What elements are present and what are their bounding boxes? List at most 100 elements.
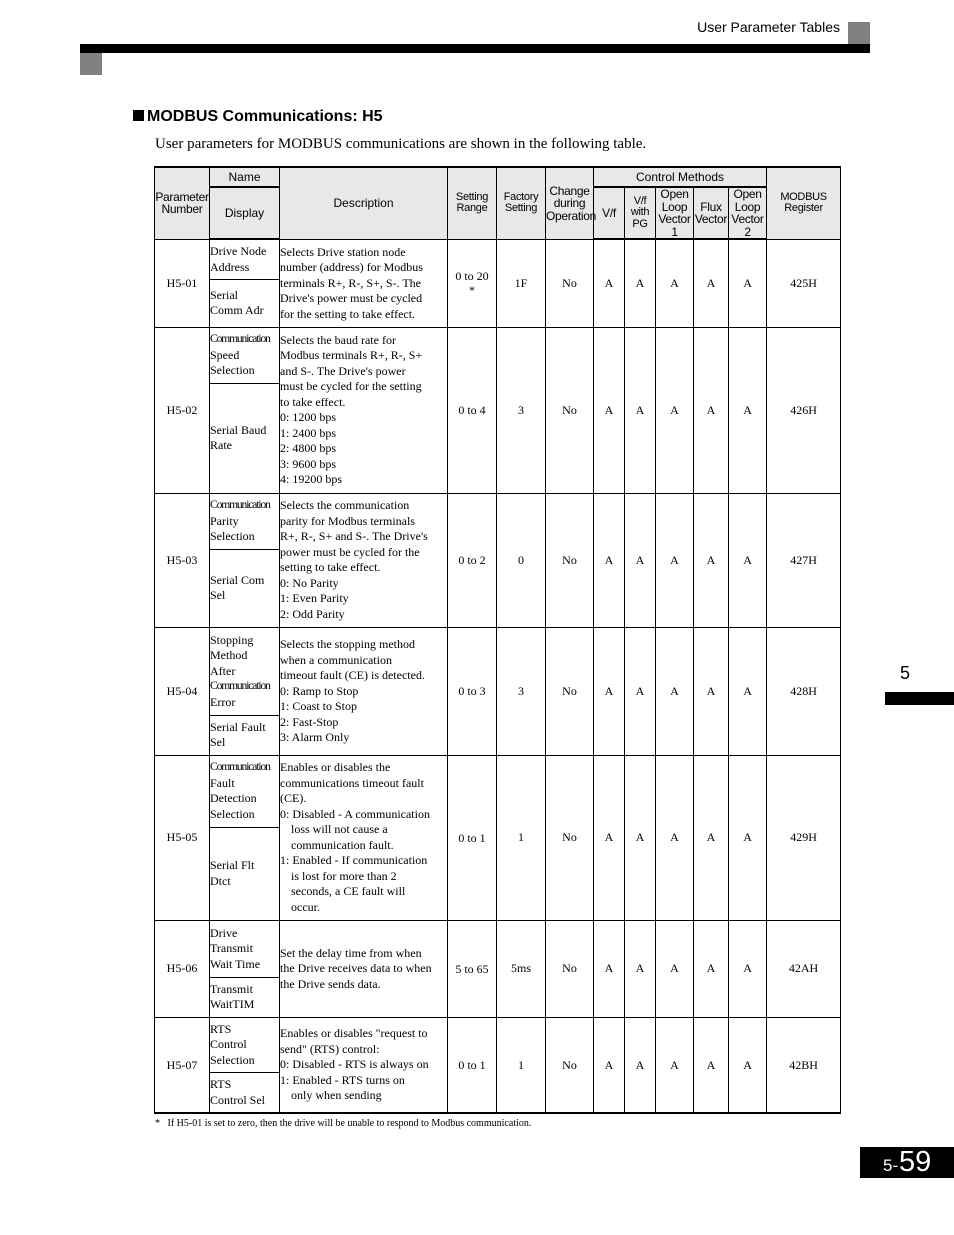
parameter-description-line: 0: No Parity xyxy=(280,575,339,590)
header-display: Display xyxy=(209,186,280,241)
header-name: Name xyxy=(209,166,280,188)
parameter-description-line: setting to take effect. xyxy=(280,560,381,575)
method-olv2: A xyxy=(727,492,768,628)
parameter-description-line: timeout fault (CE) is detected. xyxy=(280,668,425,683)
parameter-name-line: Error xyxy=(210,694,236,709)
parameter-description: Selects the communication parity for Modb… xyxy=(279,492,448,628)
parameter-description-line: send" (RTS) control: xyxy=(280,1041,380,1056)
parameter-name-line: Drive Node xyxy=(210,244,267,259)
parameter-number: H5-01 xyxy=(154,238,210,328)
modbus-register: 425H xyxy=(766,238,842,328)
parameter-description: Selects Drive station node number (addres… xyxy=(279,238,448,328)
page-number: 59 xyxy=(899,1146,932,1178)
table-row: H5-07 RTS Control Selection Enables or disab… xyxy=(154,1016,842,1114)
header-marker-left xyxy=(80,53,102,75)
parameter-description: Set the delay time from when the Drive re… xyxy=(279,919,448,1018)
black-square-bullet-icon xyxy=(133,110,144,121)
parameter-description-line: must be cycled for the setting xyxy=(280,379,422,394)
factory-setting: 5ms xyxy=(496,919,546,1018)
setting-range: 0 to 1 xyxy=(447,1016,497,1114)
method-olv2: A xyxy=(727,919,768,1018)
parameter-description-line: 0: 1200 bps xyxy=(280,410,337,425)
parameter-number: H5-04 xyxy=(154,626,210,756)
method-olv1: A xyxy=(655,919,694,1018)
table-row: H5-04 Stopping Method After Communication Err… xyxy=(154,626,842,756)
parameter-description-line: 2: Fast-Stop xyxy=(280,714,339,729)
parameter-number: H5-02 xyxy=(154,326,210,494)
section-title-text: MODBUS Communications: H5 xyxy=(147,108,383,125)
parameter-display-line: Serial Com xyxy=(210,572,265,587)
parameter-name: Drive Node Address xyxy=(209,238,280,280)
parameter-display-line: Transmit xyxy=(210,981,253,996)
parameter-display: Serial Com Sel xyxy=(209,548,280,628)
parameter-description-line: occur. xyxy=(291,899,320,914)
parameter-description-line: R+, R-, S+ and S-. The Drive's xyxy=(280,529,428,544)
table-row: H5-02 Communication Speed Selection Selects … xyxy=(154,326,842,494)
parameter-name-line: Wait Time xyxy=(210,956,261,971)
method-flux-vector: A xyxy=(693,919,729,1018)
modbus-register: 42BH xyxy=(766,1016,842,1114)
modbus-register: 426H xyxy=(766,326,842,494)
parameter-name: Communication Fault Detection Selection xyxy=(209,754,280,828)
method-vf: A xyxy=(593,626,625,756)
parameter-name-line: After xyxy=(210,663,236,678)
header-factory-setting: Factory Setting xyxy=(496,166,546,240)
parameter-description-line: when a communication xyxy=(280,652,392,667)
parameter-name-line: Communication xyxy=(210,499,271,512)
parameter-display: Transmit WaitTIM xyxy=(209,976,280,1018)
parameter-name-line: Selection xyxy=(210,529,255,544)
factory-setting: 1F xyxy=(496,238,546,328)
header-control-methods: Control Methods xyxy=(592,166,768,188)
method-vf-pg: A xyxy=(624,919,656,1018)
parameter-name-line: RTS xyxy=(210,1021,232,1036)
modbus-register: 427H xyxy=(766,492,842,628)
parameter-name-line: Communication xyxy=(210,680,271,693)
parameter-description-line: 0: Ramp to Stop xyxy=(280,683,359,698)
setting-range-line: 0 to 1 xyxy=(458,830,486,845)
parameter-description-line: terminals R+, R-, S+, S-. The xyxy=(280,275,421,290)
parameter-description-line: 2: 4800 bps xyxy=(280,441,337,456)
parameter-display-line: Comm Adr xyxy=(210,303,264,318)
parameter-description-line: 0: Disabled - A communication xyxy=(280,806,430,821)
parameter-name-line: Selection xyxy=(210,363,255,378)
parameter-display-line: Sel xyxy=(210,735,226,750)
table-row: H5-06 Drive Transmit Wait Time Set the delay… xyxy=(154,919,842,1018)
header-section-label: User Parameter Tables xyxy=(697,19,840,35)
parameter-display: Serial Baud Rate xyxy=(209,382,280,494)
method-olv1: A xyxy=(655,326,694,494)
parameter-description-line: Modbus terminals R+, R-, S+ xyxy=(280,348,423,363)
parameter-description-line: to take effect. xyxy=(280,394,346,409)
parameter-description-line: the Drive sends data. xyxy=(280,976,381,991)
parameter-description-line: Enables or disables the xyxy=(280,760,391,775)
parameter-display-line: Control Sel xyxy=(210,1092,266,1107)
method-vf: A xyxy=(593,919,625,1018)
parameter-description-line: Drive's power must be cycled xyxy=(280,291,423,306)
method-vf-pg: A xyxy=(624,1016,656,1114)
parameter-description-line: is lost for more than 2 xyxy=(291,868,397,883)
method-olv2: A xyxy=(727,238,768,328)
parameter-description-line: Selects Drive station node xyxy=(280,244,406,259)
parameter-description-line: Selects the communication xyxy=(280,498,410,513)
method-vf-pg: A xyxy=(624,626,656,756)
parameter-description-line: (CE). xyxy=(280,791,307,806)
factory-setting: 0 xyxy=(496,492,546,628)
parameter-description-line: power must be cycled for the xyxy=(280,544,420,559)
method-vf: A xyxy=(593,326,625,494)
chapter-tab-number: 5 xyxy=(900,663,911,683)
factory-setting: 1 xyxy=(496,1016,546,1114)
factory-setting: 3 xyxy=(496,326,546,494)
method-vf-pg: A xyxy=(624,238,656,328)
parameter-name: Drive Transmit Wait Time xyxy=(209,919,280,978)
parameter-name-line: Stopping xyxy=(210,632,254,647)
header-change-during-operation: Change during Operation xyxy=(545,166,596,240)
setting-range-line: 0 to 3 xyxy=(458,684,486,699)
setting-range: 0 to 4 xyxy=(447,326,497,494)
parameter-description-line: only when sending xyxy=(291,1088,382,1103)
header-description: Description xyxy=(279,166,448,240)
page-number-box: 5- 59 xyxy=(860,1146,954,1178)
page-number-prefix: 5- xyxy=(883,1156,899,1175)
parameter-name: RTS Control Selection xyxy=(209,1016,280,1073)
parameter-number: H5-05 xyxy=(154,754,210,921)
table-row: H5-01 Drive Node Address Selects Drive stat… xyxy=(154,238,842,328)
method-vf: A xyxy=(593,1016,625,1114)
